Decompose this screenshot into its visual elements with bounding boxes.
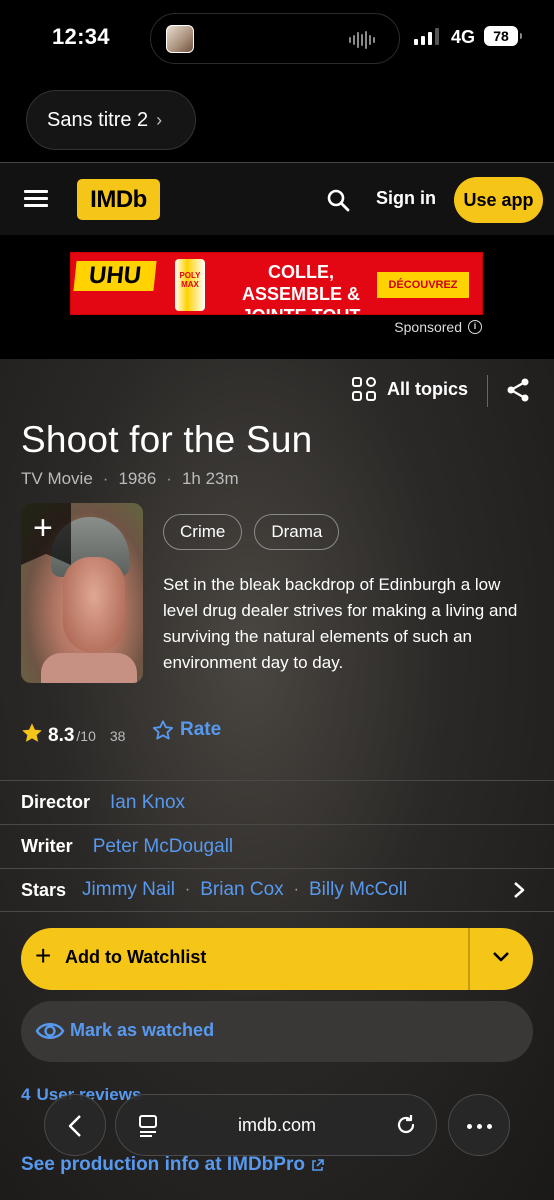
star-link[interactable]: Brian Cox (200, 879, 283, 901)
status-bar: 12:34 4G 78 (0, 0, 554, 80)
divider (468, 928, 470, 990)
battery-icon: 78 (484, 26, 522, 46)
title-type: TV Movie (21, 469, 93, 488)
all-topics-button[interactable]: All topics (352, 377, 468, 402)
now-playing-thumbnail (166, 25, 194, 53)
genre-chips: Crime Drama (163, 514, 340, 550)
poster-figure-collar (41, 653, 137, 683)
poster-figure-face (63, 557, 125, 653)
back-button[interactable] (44, 1094, 106, 1156)
chevron-right-icon[interactable] (512, 881, 526, 899)
sponsored-text: Sponsored (394, 319, 462, 335)
external-link-icon (312, 1158, 324, 1171)
star-icon (22, 723, 42, 742)
sponsored-label[interactable]: Sponsored i (394, 319, 482, 335)
genre-chip-crime[interactable]: Crime (163, 514, 243, 550)
ad-headline: COLLE, ASSEMBLE & JOINTE TOUT (241, 262, 361, 314)
address-bar[interactable]: imdb.com (115, 1094, 437, 1156)
writer-link[interactable]: Peter McDougall (93, 836, 233, 858)
imdb-rating[interactable]: 8.3 /10 38 (21, 719, 125, 747)
director-link[interactable]: Ian Knox (110, 792, 185, 814)
dynamic-island[interactable] (150, 13, 400, 64)
dot (467, 1124, 472, 1129)
title-section: All topics Shoot for the Sun TV Movie · … (0, 359, 554, 1200)
name-separator: · (293, 881, 299, 898)
credit-role: Director (21, 792, 91, 812)
ad-container: UHU POLY MAX COLLE, ASSEMBLE & JOINTE TO… (0, 235, 554, 359)
dot (477, 1124, 482, 1129)
reviews-count: 4 (21, 1085, 31, 1104)
url-host: imdb.com (237, 1115, 317, 1135)
tab-group-label: Sans titre 2 (47, 108, 149, 131)
info-icon: i (468, 320, 482, 334)
share-icon[interactable] (505, 377, 531, 403)
use-app-button[interactable]: Use app (454, 177, 543, 223)
rating-scale: /10 (76, 728, 96, 744)
credit-row-writer: Writer Peter McDougall (0, 824, 554, 868)
ad-brand-logo: UHU (73, 261, 157, 291)
audio-waveform-icon (349, 31, 375, 49)
name-separator: · (184, 881, 191, 898)
search-icon[interactable] (326, 188, 350, 212)
reload-icon[interactable] (394, 1113, 418, 1137)
star-outline-icon (152, 720, 174, 740)
chevron-right-icon: › (156, 109, 163, 130)
add-to-watchlist-button[interactable]: + Add to Watchlist (21, 928, 533, 990)
page-title: Shoot for the Sun (21, 419, 313, 460)
plus-icon: + (35, 940, 52, 971)
meta-separator: · (102, 469, 109, 488)
ad-cta-button[interactable]: DÉCOUVREZ (377, 272, 469, 298)
rating-score: 8.3 (48, 725, 75, 746)
imdb-logo[interactable]: IMDb (77, 179, 160, 220)
divider (487, 375, 488, 407)
cellular-signal-icon (414, 28, 439, 45)
ad-product-image: POLY MAX (175, 259, 205, 311)
watchlist-label: Add to Watchlist (65, 947, 207, 967)
chevron-left-icon (68, 1115, 81, 1137)
runtime: 1h 23m (181, 469, 239, 488)
title-meta: TV Movie · 1986 · 1h 23m (21, 469, 239, 489)
grid-icon (352, 377, 377, 402)
ad-banner[interactable]: UHU POLY MAX COLLE, ASSEMBLE & JOINTE TO… (70, 252, 483, 315)
imdb-header: IMDb Sign in Use app (0, 163, 554, 235)
credit-role: Stars (21, 879, 67, 900)
more-options-button[interactable] (448, 1094, 510, 1156)
credits-list: Director Ian Knox Writer Peter McDougall… (0, 780, 554, 912)
star-link[interactable]: Billy McColl (309, 879, 407, 901)
menu-icon[interactable] (24, 190, 48, 208)
rating-votes: 38 (109, 728, 126, 744)
poster-image[interactable]: + (21, 503, 143, 683)
eye-icon (35, 1023, 65, 1039)
plot-summary: Set in the bleak backdrop of Edinburgh a… (163, 575, 518, 672)
tab-group-button[interactable]: Sans titre 2 › (26, 90, 196, 150)
mark-as-watched-button[interactable]: Mark as watched (21, 1001, 533, 1062)
network-type: 4G (451, 27, 476, 47)
mark-watched-label: Mark as watched (70, 1020, 215, 1040)
chevron-down-icon[interactable] (491, 950, 511, 964)
dot (487, 1124, 492, 1129)
all-topics-label: All topics (387, 379, 469, 399)
sign-in-link[interactable]: Sign in (376, 188, 436, 209)
rate-button[interactable]: Rate (152, 719, 221, 741)
rate-label: Rate (180, 719, 222, 740)
credit-role: Writer (21, 836, 73, 856)
star-link[interactable]: Jimmy Nail (82, 879, 175, 901)
credit-row-director: Director Ian Knox (0, 780, 554, 824)
browser-toolbar: imdb.com (44, 1094, 510, 1158)
plus-icon: + (33, 509, 53, 547)
clock: 12:34 (52, 24, 110, 49)
credit-row-stars[interactable]: Stars Jimmy Nail · Brian Cox · Billy McC… (0, 868, 554, 912)
meta-separator: · (166, 469, 172, 488)
release-year[interactable]: 1986 (118, 469, 156, 489)
genre-chip-drama[interactable]: Drama (254, 514, 340, 550)
